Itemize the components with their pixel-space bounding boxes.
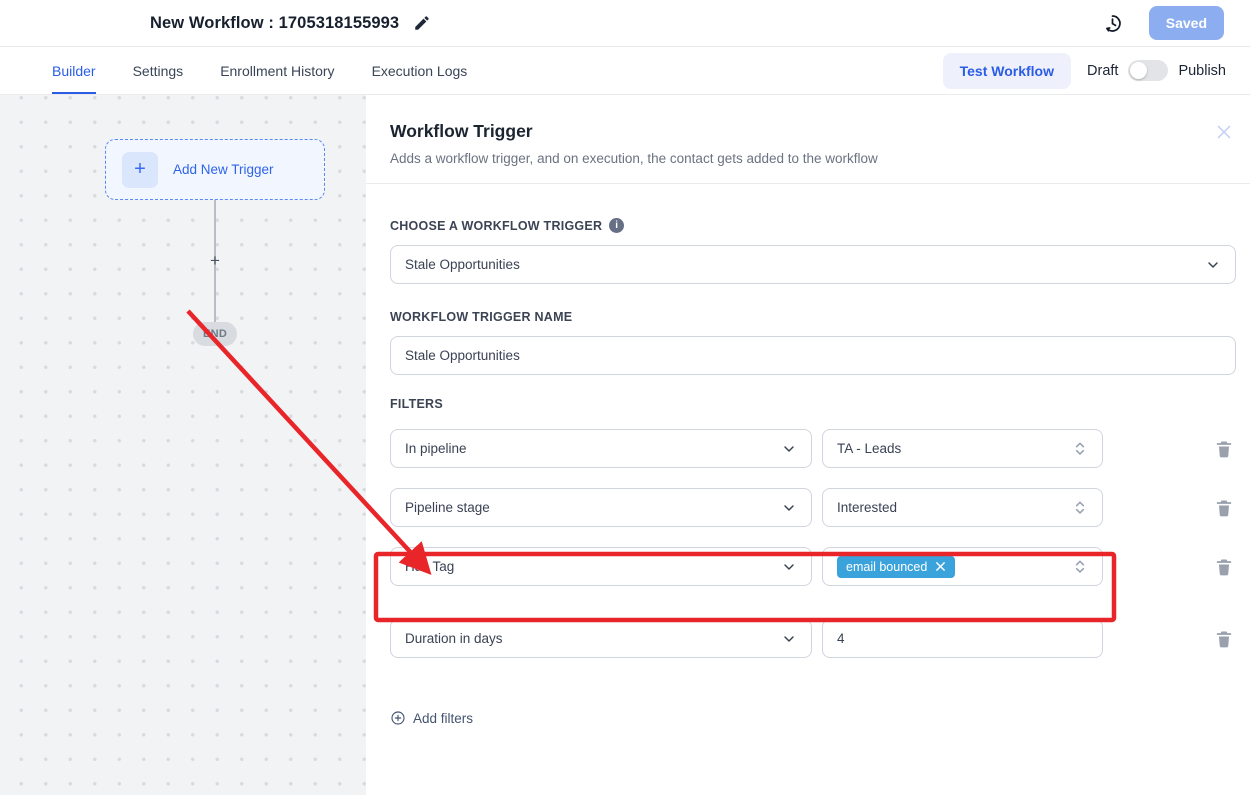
filter-value-tag-select[interactable]: email bounced [822, 547, 1103, 586]
tab-bar: Builder Settings Enrollment History Exec… [0, 47, 1250, 95]
choose-trigger-label-row: CHOOSE A WORKFLOW TRIGGER i [390, 218, 1236, 233]
filter-row-in-pipeline: In pipeline TA - Leads [390, 429, 1236, 468]
chevron-down-icon [781, 559, 797, 575]
tag-chip: email bounced [837, 556, 955, 578]
trigger-type-dropdown[interactable]: Stale Opportunities [390, 245, 1236, 284]
panel-header: Workflow Trigger Adds a workflow trigger… [366, 95, 1250, 166]
draft-label: Draft [1087, 63, 1118, 79]
workflow-title-wrap: New Workflow : 1705318155993 [150, 14, 431, 33]
filter-field-dropdown[interactable]: Pipeline stage [390, 488, 812, 527]
duration-value-input[interactable] [822, 619, 1103, 658]
chevron-down-icon [781, 441, 797, 457]
filter-field-dropdown[interactable]: In pipeline [390, 429, 812, 468]
updown-chevrons-icon [1072, 499, 1088, 517]
add-filters-button[interactable]: Add filters [390, 710, 473, 726]
panel-divider [366, 183, 1250, 184]
add-new-trigger-node[interactable]: + Add New Trigger [105, 139, 325, 200]
tab-builder[interactable]: Builder [52, 47, 96, 94]
workflow-title: New Workflow : 1705318155993 [150, 14, 399, 33]
version-history-icon[interactable] [1102, 13, 1123, 34]
workflow-builder-page: New Workflow : 1705318155993 Saved Build… [0, 0, 1250, 795]
saved-button[interactable]: Saved [1149, 6, 1224, 40]
panel-subtitle: Adds a workflow trigger, and on executio… [390, 151, 1226, 166]
tag-chip-label: email bounced [846, 560, 927, 574]
filter-field-value: In pipeline [405, 441, 467, 456]
filter-value: Interested [837, 500, 897, 515]
tabbar-right: Test Workflow Draft Publish [943, 47, 1250, 94]
updown-chevrons-icon [1072, 558, 1088, 576]
chevron-down-icon [781, 631, 797, 647]
plus-icon: + [122, 152, 158, 188]
info-icon[interactable]: i [609, 218, 624, 233]
tab-settings[interactable]: Settings [133, 47, 184, 94]
tab-execution-logs[interactable]: Execution Logs [372, 47, 468, 94]
close-icon[interactable] [1215, 123, 1233, 141]
toggle-knob [1130, 62, 1147, 79]
filter-field-dropdown[interactable]: Has Tag [390, 547, 812, 586]
filters-label: FILTERS [390, 397, 1236, 411]
body: + Add New Trigger + END Workflow Trigger… [0, 95, 1250, 795]
filter-field-value: Duration in days [405, 631, 503, 646]
add-filters-label: Add filters [413, 711, 473, 726]
tabs: Builder Settings Enrollment History Exec… [52, 47, 467, 94]
workflow-trigger-panel: Workflow Trigger Adds a workflow trigger… [366, 95, 1250, 795]
updown-chevrons-icon [1072, 440, 1088, 458]
filter-field-value: Pipeline stage [405, 500, 490, 515]
trigger-name-label: WORKFLOW TRIGGER NAME [390, 310, 1236, 324]
trigger-name-input[interactable] [390, 336, 1236, 375]
filter-row-pipeline-stage: Pipeline stage Interested [390, 488, 1236, 527]
filter-value: TA - Leads [837, 441, 901, 456]
filter-field-value: Has Tag [405, 559, 454, 574]
workflow-canvas[interactable]: + Add New Trigger + END [0, 95, 366, 795]
publish-toggle[interactable] [1128, 60, 1168, 81]
publish-toggle-group: Draft Publish [1087, 60, 1226, 81]
panel-content: CHOOSE A WORKFLOW TRIGGER i Stale Opport… [366, 218, 1250, 731]
choose-trigger-label: CHOOSE A WORKFLOW TRIGGER [390, 219, 602, 233]
chevron-down-icon [781, 500, 797, 516]
circle-plus-icon [390, 710, 406, 726]
filter-value-select[interactable]: TA - Leads [822, 429, 1103, 468]
delete-filter-icon[interactable] [1214, 628, 1234, 650]
filter-row-has-tag: Has Tag email bounced [390, 547, 1236, 586]
edit-title-icon[interactable] [413, 14, 431, 32]
remove-tag-icon[interactable] [935, 561, 946, 572]
delete-filter-icon[interactable] [1214, 438, 1234, 460]
filter-row-duration: Duration in days [390, 619, 1236, 658]
header-right: Saved [1102, 6, 1250, 40]
add-new-trigger-label: Add New Trigger [173, 162, 274, 177]
filter-value-select[interactable]: Interested [822, 488, 1103, 527]
top-header: New Workflow : 1705318155993 Saved [0, 0, 1250, 47]
publish-label: Publish [1178, 63, 1226, 79]
filter-field-dropdown[interactable]: Duration in days [390, 619, 812, 658]
delete-filter-icon[interactable] [1214, 497, 1234, 519]
filters-list: In pipeline TA - Leads [390, 429, 1236, 658]
add-step-icon[interactable]: + [210, 251, 220, 271]
panel-title: Workflow Trigger [390, 121, 1226, 142]
delete-filter-icon[interactable] [1214, 556, 1234, 578]
test-workflow-button[interactable]: Test Workflow [943, 53, 1071, 89]
tab-enrollment-history[interactable]: Enrollment History [220, 47, 334, 94]
trigger-type-value: Stale Opportunities [405, 257, 520, 272]
end-node: END [193, 322, 237, 346]
chevron-down-icon [1205, 257, 1221, 273]
